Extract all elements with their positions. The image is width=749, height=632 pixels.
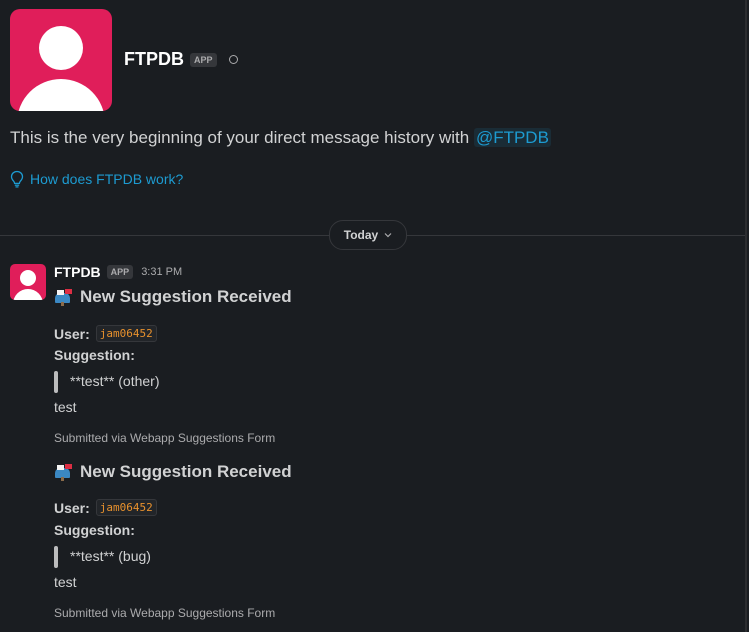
intro-name-row: FTPDB APP	[124, 49, 238, 70]
user-value: jam06452	[95, 325, 157, 342]
message-timestamp[interactable]: 3:31 PM	[141, 266, 182, 278]
message-avatar[interactable]	[10, 264, 46, 300]
user-label: User:	[54, 325, 90, 342]
suggestion-quote: **test** (other)	[54, 371, 160, 393]
presence-status-icon	[228, 55, 238, 64]
user-avatar-icon	[20, 270, 36, 286]
bot-mention-link[interactable]: @FTPDB	[473, 128, 551, 147]
suggestion-block: New Suggestion Received User: jam06452 S…	[54, 287, 734, 457]
user-avatar-body	[13, 289, 43, 300]
conversation-intro: FTPDB APP This is the very beginning of …	[10, 9, 730, 188]
history-intro-text: This is the very beginning of your direc…	[10, 128, 551, 148]
help-link[interactable]: How does FTPDB work?	[10, 170, 183, 188]
date-divider-label: Today	[343, 228, 379, 242]
suggestion-body: test	[54, 399, 77, 415]
scrollbar[interactable]	[745, 0, 747, 632]
suggestion-block: New Suggestion Received User: jam06452 S…	[54, 462, 734, 632]
message-header: FTPDB APP 3:31 PM	[54, 264, 182, 280]
suggestion-label: Suggestion:	[54, 522, 135, 538]
date-divider-button[interactable]: Today	[329, 220, 407, 250]
mailbox-icon	[54, 288, 74, 306]
suggestion-title: New Suggestion Received	[54, 462, 292, 482]
quote-bar	[54, 371, 58, 393]
bot-avatar[interactable]	[10, 9, 112, 111]
suggestion-title: New Suggestion Received	[54, 287, 292, 307]
user-field: User: jam06452	[54, 325, 157, 342]
lightbulb-icon	[10, 170, 24, 188]
suggestion-body: test	[54, 574, 77, 590]
suggestion-title-text: New Suggestion Received	[80, 462, 292, 481]
suggestion-field: Suggestion:	[54, 522, 135, 538]
suggestion-footer: Submitted via Webapp Suggestions Form	[54, 431, 276, 445]
history-intro-label: This is the very beginning of your direc…	[10, 128, 474, 147]
help-link-label[interactable]: How does FTPDB work?	[30, 171, 183, 187]
user-avatar-icon	[39, 26, 83, 70]
suggestion-quote-text: **test** (bug)	[70, 548, 151, 564]
suggestion-label: Suggestion:	[54, 347, 135, 363]
bot-name[interactable]: FTPDB	[124, 49, 184, 70]
mailbox-icon	[54, 463, 74, 481]
sender-name[interactable]: FTPDB	[54, 264, 101, 280]
suggestion-title-text: New Suggestion Received	[80, 287, 292, 306]
user-field: User: jam06452	[54, 499, 157, 516]
suggestion-quote-text: **test** (other)	[70, 373, 160, 389]
chevron-down-icon	[384, 233, 392, 238]
user-avatar-body	[17, 79, 105, 111]
user-label: User:	[54, 499, 90, 516]
user-value: jam06452	[95, 499, 157, 516]
suggestion-quote: **test** (bug)	[54, 546, 151, 568]
app-badge: APP	[190, 52, 217, 67]
app-badge: APP	[106, 265, 134, 279]
quote-bar	[54, 546, 58, 568]
suggestion-field: Suggestion:	[54, 347, 135, 363]
suggestion-footer: Submitted via Webapp Suggestions Form	[54, 606, 276, 620]
